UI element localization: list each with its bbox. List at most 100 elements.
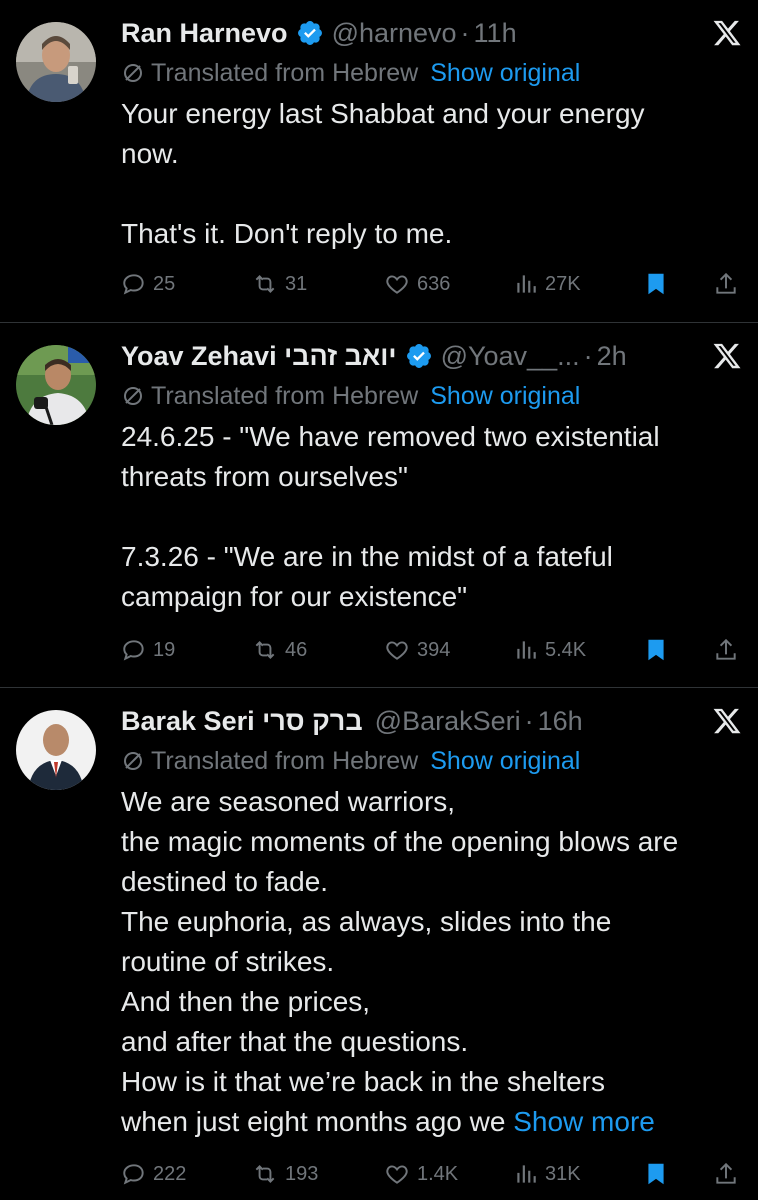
tweet-text-line <box>121 497 742 537</box>
tweet-text-line: now. <box>121 138 179 169</box>
tweet-text-line: routine of strikes. <box>121 946 335 977</box>
reply-count: 222 <box>153 1162 187 1185</box>
translation-notice: Translated from Hebrew Show original <box>121 56 742 90</box>
views-icon <box>517 275 536 293</box>
tweet-text-line: The euphoria, as always, slides into the <box>121 906 612 937</box>
repost-button[interactable]: 46 <box>251 637 307 663</box>
avatar[interactable] <box>16 710 96 790</box>
like-button[interactable]: 636 <box>383 271 450 297</box>
like-icon <box>386 641 408 660</box>
tweet[interactable]: Ran Harnevo @harnevo · 11h Translated fr… <box>0 0 758 322</box>
like-button[interactable]: 394 <box>383 637 450 663</box>
bookmark-button[interactable] <box>643 636 675 664</box>
bookmark-button[interactable] <box>643 1160 675 1188</box>
bookmark-icon <box>648 639 664 661</box>
reply-button[interactable]: 25 <box>121 271 175 297</box>
timestamp[interactable]: 11h <box>474 18 517 49</box>
bookmark-icon <box>648 1163 664 1185</box>
author-handle[interactable]: @harnevo <box>332 18 457 49</box>
avatar[interactable] <box>16 22 96 102</box>
separator-dot: · <box>460 17 470 48</box>
verified-badge-icon <box>405 342 433 370</box>
like-count: 1.4K <box>417 1162 459 1185</box>
author-name[interactable]: Yoav Zehavi יואב זהבי <box>121 341 397 372</box>
tweet-text-line: and after that the questions. <box>121 1026 469 1057</box>
timestamp[interactable]: 2h <box>597 341 627 372</box>
show-original-link[interactable]: Show original <box>430 59 580 88</box>
tweet-text-line: 24.6.25 - "We have removed two existenti… <box>121 421 660 452</box>
show-original-link[interactable]: Show original <box>430 382 580 411</box>
views-icon <box>517 1165 536 1183</box>
tweet-text-line: campaign for our existence" <box>121 581 468 612</box>
tweet-text-line <box>121 174 742 214</box>
timestamp[interactable]: 16h <box>538 706 583 737</box>
translate-icon <box>121 749 145 773</box>
tweet-text-line: And then the prices, <box>121 986 371 1017</box>
repost-icon <box>255 1165 275 1183</box>
translated-label: Translated from Hebrew <box>151 746 419 775</box>
like-button[interactable]: 1.4K <box>383 1161 458 1187</box>
repost-icon <box>255 641 275 659</box>
translation-notice: Translated from Hebrew Show original <box>121 744 742 778</box>
repost-count: 193 <box>285 1162 319 1185</box>
tweet-text-line: when just eight months ago we <box>121 1106 506 1137</box>
tweet[interactable]: Barak Seri ברק סרי @BarakSeri · 16h Tran… <box>0 688 758 1200</box>
tweet-text-line-last: when just eight months ago we Show more <box>121 1102 742 1142</box>
avatar[interactable] <box>16 345 96 425</box>
views-button[interactable]: 31K <box>513 1161 581 1187</box>
like-count: 636 <box>417 272 451 295</box>
tweet-text-line: threats from ourselves" <box>121 461 408 492</box>
tweet-text-line: 7.3.26 - "We are in the midst of a fatef… <box>121 541 613 572</box>
tweet-text: Your energy last Shabbat and your energy… <box>121 94 742 254</box>
view-count: 31K <box>545 1162 581 1185</box>
action-bar: 25 31 636 27K <box>121 268 742 300</box>
share-icon <box>716 1162 736 1184</box>
views-button[interactable]: 5.4K <box>513 637 586 663</box>
tweet-text-line: That's it. Don't reply to me. <box>121 218 453 249</box>
repost-icon <box>255 275 275 293</box>
bookmark-button[interactable] <box>643 270 675 298</box>
tweet-text: We are seasoned warriors, the magic mome… <box>121 782 742 1142</box>
like-count: 394 <box>417 638 451 661</box>
x-logo-icon[interactable] <box>712 706 742 736</box>
tweet-text-line: We are seasoned warriors, <box>121 786 456 817</box>
share-icon <box>716 272 736 294</box>
author-name[interactable]: Barak Seri ברק סרי <box>121 706 363 737</box>
action-bar: 19 46 394 5.4K <box>121 634 742 666</box>
show-original-link[interactable]: Show original <box>430 747 580 776</box>
x-logo-icon[interactable] <box>712 18 742 48</box>
reply-count: 25 <box>153 272 176 295</box>
reply-button[interactable]: 19 <box>121 637 175 663</box>
views-button[interactable]: 27K <box>513 271 581 297</box>
author-handle[interactable]: @BarakSeri <box>375 706 521 737</box>
share-button[interactable] <box>713 636 745 664</box>
reply-button[interactable]: 222 <box>121 1161 186 1187</box>
repost-button[interactable]: 193 <box>251 1161 318 1187</box>
x-logo-icon[interactable] <box>712 341 742 371</box>
translation-notice: Translated from Hebrew Show original <box>121 379 742 413</box>
tweet-header: Yoav Zehavi יואב זהבי @Yoav__... · 2h <box>121 339 742 373</box>
tweet[interactable]: Yoav Zehavi יואב זהבי @Yoav__... · 2h Tr… <box>0 323 758 687</box>
like-icon <box>386 1165 408 1184</box>
reply-icon <box>123 640 144 661</box>
repost-button[interactable]: 31 <box>251 271 307 297</box>
share-button[interactable] <box>713 1160 745 1188</box>
share-button[interactable] <box>713 270 745 298</box>
view-count: 5.4K <box>545 638 587 661</box>
bookmark-icon <box>648 273 664 295</box>
tweet-text-line: the magic moments of the opening blows a… <box>121 826 679 857</box>
separator-dot: · <box>583 340 593 371</box>
tweet-text: 24.6.25 - "We have removed two existenti… <box>121 417 742 617</box>
translated-label: Translated from Hebrew <box>151 381 419 410</box>
reply-icon <box>123 274 144 295</box>
author-name[interactable]: Ran Harnevo <box>121 18 288 49</box>
verified-badge-icon <box>296 19 324 47</box>
like-icon <box>386 275 408 294</box>
show-more-link[interactable]: Show more <box>513 1106 655 1137</box>
author-handle[interactable]: @Yoav__... <box>441 341 580 372</box>
tweet-text-line: destined to fade. <box>121 866 329 897</box>
views-icon <box>517 641 536 659</box>
tweet-header: Barak Seri ברק סרי @BarakSeri · 16h <box>121 704 742 738</box>
tweet-header: Ran Harnevo @harnevo · 11h <box>121 16 742 50</box>
translate-icon <box>121 61 145 85</box>
